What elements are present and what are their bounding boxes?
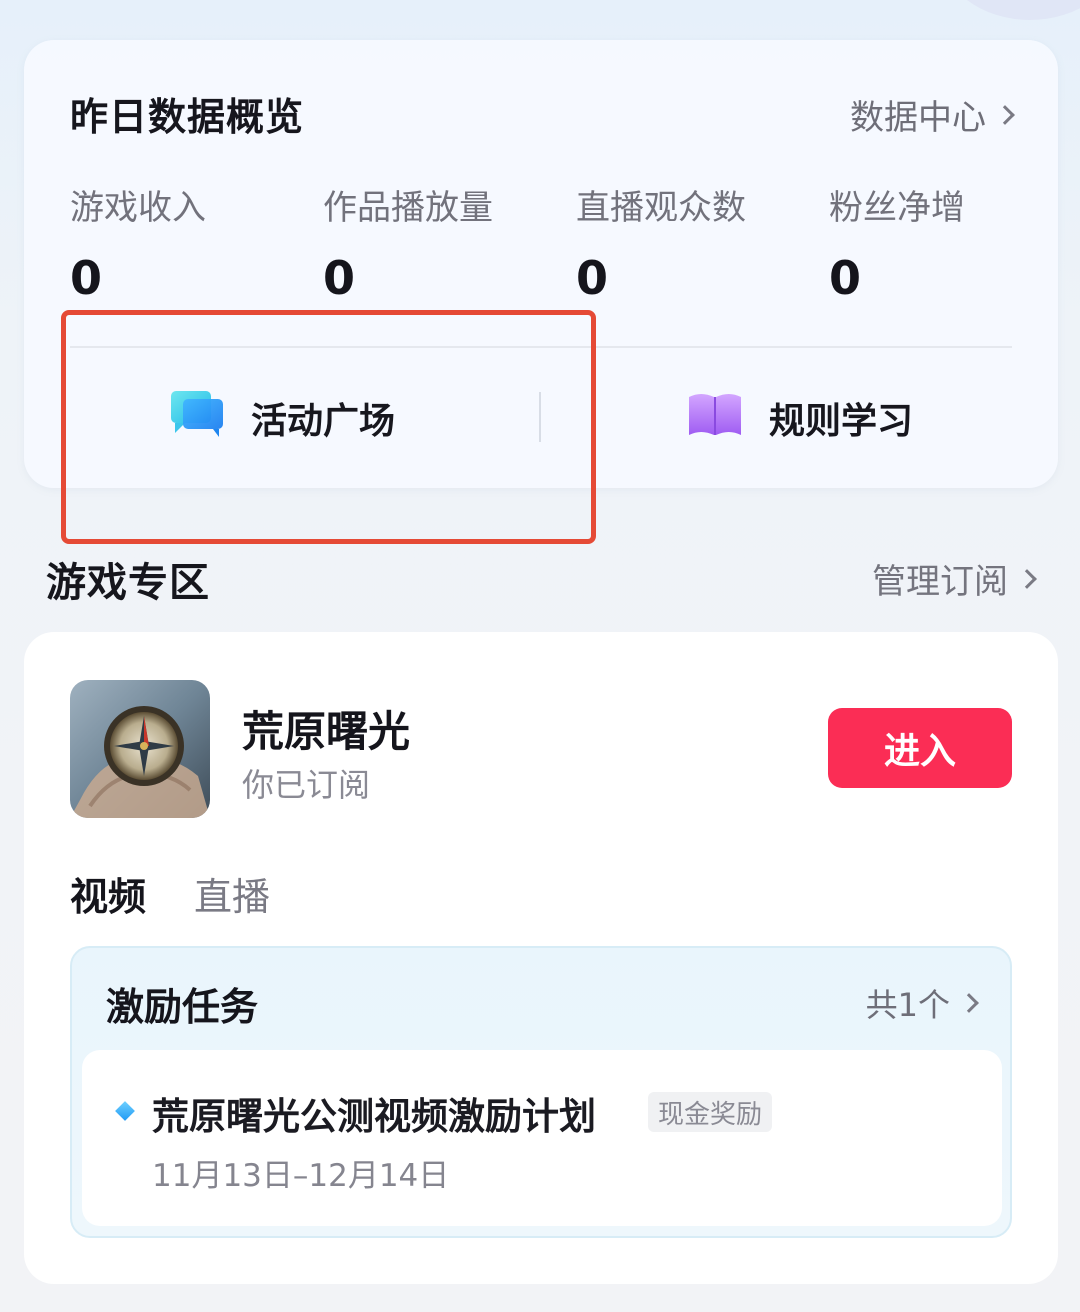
rule-learning-label: 规则学习 [768, 401, 913, 442]
stat-value: 0 [829, 251, 862, 305]
task-count-label: 共1个 [865, 986, 950, 1024]
stat-value: 0 [70, 251, 103, 305]
stat-video-plays: 作品播放量 0 [323, 180, 553, 305]
quick-links-row: 活动广场 规则学习 [24, 348, 1058, 488]
game-title: 荒原曙光 [242, 707, 411, 756]
content-tabs: 视频 直播 [70, 866, 270, 921]
stat-game-revenue: 游戏收入 0 [70, 180, 300, 305]
rule-learning-button[interactable]: 规则学习 [542, 348, 1058, 488]
incentive-task-panel: 激励任务 共1个 荒原曙光公测视频激励计划 现金奖励 11月13日–12月14日 [70, 946, 1012, 1238]
book-icon [687, 391, 743, 446]
stat-label: 游戏收入 [70, 188, 206, 228]
chevron-right-icon [1017, 568, 1037, 589]
task-count-link[interactable]: 共1个 [865, 980, 979, 1026]
reward-badge: 现金奖励 [648, 1092, 773, 1132]
data-overview-card: 昨日数据概览 数据中心 游戏收入 0 作品播放量 0 直播观众数 0 粉丝净增 … [24, 40, 1058, 488]
stat-label: 作品播放量 [323, 188, 493, 228]
task-name: 荒原曙光公测视频激励计划 [152, 1095, 596, 1138]
diamond-icon [115, 1101, 135, 1121]
stat-net-followers: 粉丝净增 0 [829, 180, 1059, 305]
activity-square-button[interactable]: 活动广场 [24, 348, 540, 488]
data-center-label: 数据中心 [850, 98, 986, 138]
activity-square-label: 活动广场 [250, 401, 395, 442]
tab-video[interactable]: 视频 [70, 866, 146, 921]
game-icon[interactable] [70, 680, 210, 818]
enter-button[interactable]: 进入 [828, 708, 1012, 788]
vertical-divider [539, 392, 541, 442]
stats-row: 游戏收入 0 作品播放量 0 直播观众数 0 粉丝净增 0 [70, 180, 1030, 340]
incentive-task-title: 激励任务 [106, 985, 259, 1029]
data-center-link[interactable]: 数据中心 [850, 90, 1015, 139]
compass-icon [70, 680, 210, 818]
stat-live-viewers: 直播观众数 0 [576, 180, 806, 305]
manage-subscription-label: 管理订阅 [872, 562, 1008, 602]
stat-label: 粉丝净增 [829, 188, 965, 228]
stat-value: 0 [576, 251, 609, 305]
game-zone-title: 游戏专区 [46, 560, 210, 606]
stat-label: 直播观众数 [576, 188, 746, 228]
manage-subscription-link[interactable]: 管理订阅 [872, 554, 1037, 603]
stat-value: 0 [323, 251, 356, 305]
tab-live[interactable]: 直播 [194, 866, 270, 921]
subscription-status: 你已订阅 [242, 766, 371, 804]
task-date-range: 11月13日–12月14日 [152, 1158, 450, 1194]
game-card: 荒原曙光 你已订阅 进入 视频 直播 激励任务 共1个 荒原曙光公测视频激励计划… [24, 632, 1058, 1284]
overview-title: 昨日数据概览 [70, 95, 305, 139]
chat-bubble-icon [169, 389, 225, 448]
chevron-right-icon [959, 993, 979, 1013]
chevron-right-icon [995, 104, 1015, 125]
task-item[interactable]: 荒原曙光公测视频激励计划 现金奖励 11月13日–12月14日 [82, 1050, 1002, 1226]
background-decoration [940, 0, 1080, 20]
